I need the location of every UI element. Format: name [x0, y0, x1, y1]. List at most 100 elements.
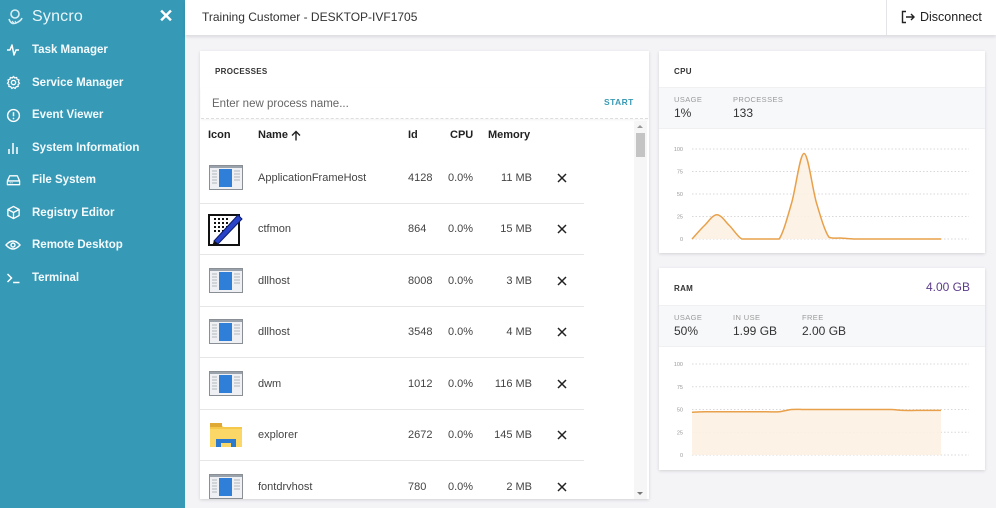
process-id: 8008 [408, 274, 433, 287]
sidebar-item-event-viewer[interactable]: Event Viewer [0, 99, 185, 132]
close-icon[interactable]: ✕ [157, 6, 175, 26]
cpu-chart: 0 25 50 75 100 [674, 147, 969, 243]
kill-process-button[interactable] [555, 204, 569, 256]
cpu-usage-stat: USAGE 1% [674, 95, 702, 120]
brand-name: Syncro [32, 8, 83, 25]
table-row[interactable]: dwm 1012 0.0% 116 MB [200, 358, 584, 410]
scroll-up-arrow-icon[interactable] [637, 125, 643, 128]
page-title: Training Customer - DESKTOP-IVF1705 [202, 10, 418, 24]
cpu-title: CPU [674, 67, 692, 76]
sidebar-nav: Task Manager Service Manager Event Viewe… [0, 34, 185, 294]
process-name: dllhost [258, 274, 290, 287]
stat-label: USAGE [674, 313, 703, 322]
process-name: explorer [258, 429, 298, 442]
sidebar-item-remote-desktop[interactable]: Remote Desktop [0, 229, 185, 262]
eye-icon [5, 237, 21, 253]
disconnect-button[interactable]: Disconnect [901, 8, 982, 26]
notepad-pen-icon [208, 204, 244, 256]
column-header-cpu: CPU [450, 129, 474, 141]
sidebar-item-file-system[interactable]: File System [0, 164, 185, 197]
scroll-down-arrow-icon[interactable] [637, 492, 643, 495]
kill-process-button[interactable] [555, 358, 569, 410]
process-name: ApplicationFrameHost [258, 171, 367, 184]
column-header-name[interactable]: Name [258, 129, 301, 141]
cpu-card: CPU USAGE 1% PROCESSES 133 0 25 50 75 100 [659, 51, 985, 253]
process-id: 780 [408, 480, 427, 493]
stat-value: 1% [674, 106, 692, 120]
app-window-icon [208, 152, 244, 204]
table-row[interactable]: dllhost 8008 0.0% 3 MB [200, 255, 584, 307]
pulse-icon [5, 42, 21, 58]
sidebar-item-label: Service Manager [32, 76, 124, 89]
app-window-icon [208, 461, 244, 499]
scrollbar-thumb[interactable] [636, 133, 645, 157]
disconnect-label: Disconnect [920, 10, 982, 24]
cube-icon [5, 205, 21, 221]
kill-process-button[interactable] [555, 461, 569, 499]
logout-icon [901, 10, 915, 24]
ram-free-stat: FREE 2.00 GB [802, 313, 846, 338]
process-table-scrollbar[interactable] [634, 121, 647, 499]
table-row[interactable]: fontdrvhost 780 0.0% 2 MB [200, 461, 584, 499]
start-button[interactable]: START [604, 97, 634, 107]
process-memory: 11 MB [501, 171, 532, 184]
ram-total: 4.00 GB [925, 280, 970, 294]
table-row[interactable]: ApplicationFrameHost 4128 0.0% 11 MB [200, 152, 584, 204]
y-tick-label: 50 [677, 192, 683, 198]
stat-label: FREE [802, 313, 824, 322]
process-name: fontdrvhost [258, 480, 313, 493]
y-tick-label: 0 [680, 453, 683, 459]
process-name: dwm [258, 377, 282, 390]
bar-chart-icon [5, 140, 21, 156]
stat-value: 133 [733, 106, 754, 120]
y-tick-label: 0 [680, 237, 683, 243]
sidebar-item-terminal[interactable]: Terminal [0, 262, 185, 295]
process-cpu: 0.0% [448, 274, 474, 287]
sidebar-item-system-information[interactable]: System Information [0, 132, 185, 165]
ram-usage-stat: USAGE 50% [674, 313, 702, 338]
process-id: 3548 [408, 326, 433, 339]
y-tick-label: 50 [677, 408, 683, 414]
kill-process-button[interactable] [555, 307, 569, 359]
gear-icon [5, 75, 21, 91]
sidebar-item-task-manager[interactable]: Task Manager [0, 34, 185, 67]
kill-process-button[interactable] [555, 255, 569, 307]
close-icon [557, 173, 567, 183]
table-row[interactable]: ctfmon 864 0.0% 15 MB [200, 204, 584, 256]
column-header-id: Id [408, 129, 418, 141]
sidebar-item-label: Task Manager [32, 44, 108, 57]
syncro-logo-icon [8, 9, 23, 25]
y-tick-label: 75 [677, 385, 683, 391]
table-row[interactable]: explorer 2672 0.0% 145 MB [200, 410, 584, 462]
process-memory: 145 MB [494, 429, 532, 442]
close-icon [557, 276, 567, 286]
y-tick-label: 75 [677, 170, 683, 176]
process-memory: 4 MB [506, 326, 532, 339]
ram-in-use-stat: IN USE 1.99 GB [733, 313, 777, 338]
kill-process-button[interactable] [555, 410, 569, 462]
new-process-row: START [201, 88, 648, 119]
y-tick-label: 25 [677, 215, 683, 221]
sidebar-item-service-manager[interactable]: Service Manager [0, 67, 185, 100]
process-memory: 15 MB [500, 223, 532, 236]
ram-stats: USAGE 50% IN USE 1.99 GB FREE 2.00 GB [659, 305, 985, 347]
close-icon [557, 379, 567, 389]
sort-ascending-icon [291, 130, 301, 140]
stat-label: IN USE [733, 313, 761, 322]
sidebar-item-label: System Information [32, 141, 140, 154]
processes-title: PROCESSES [215, 67, 268, 76]
close-icon [557, 224, 567, 234]
app-window-icon [208, 358, 244, 410]
process-cpu: 0.0% [448, 480, 474, 493]
new-process-input[interactable] [212, 94, 582, 114]
y-tick-label: 25 [677, 430, 683, 436]
kill-process-button[interactable] [555, 152, 569, 204]
sidebar-item-registry-editor[interactable]: Registry Editor [0, 197, 185, 230]
process-name: ctfmon [258, 223, 292, 236]
brand: Syncro ✕ [0, 0, 185, 35]
table-row[interactable]: dllhost 3548 0.0% 4 MB [200, 307, 584, 359]
sidebar-item-label: Remote Desktop [32, 239, 123, 252]
process-cpu: 0.0% [448, 171, 474, 184]
app-window-icon [208, 307, 244, 359]
process-cpu: 0.0% [448, 326, 474, 339]
